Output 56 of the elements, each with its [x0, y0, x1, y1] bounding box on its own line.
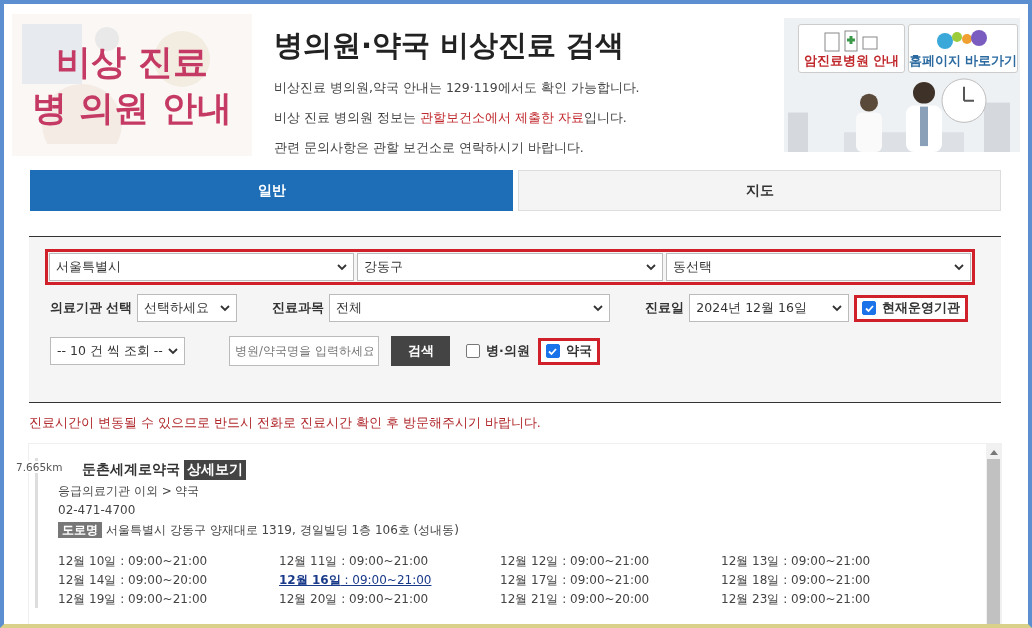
hours-text: 12월 17일 : 09:00~21:00 [500, 573, 650, 587]
page-size-select[interactable]: -- 10 건 씩 조회 -- [50, 337, 185, 365]
info-text: 관련 문의사항은 관할 보건소로 연락하시기 바랍니다. [274, 140, 585, 157]
field-label: 진료일 [645, 299, 685, 317]
checkbox-option[interactable]: 현재운영기관 [854, 294, 969, 322]
hours-text: 12월 14일 : 09:00~20:00 [58, 573, 208, 587]
check-icon [864, 303, 874, 313]
banner-link[interactable]: 암진료병원 안내 [798, 24, 905, 73]
search-button[interactable]: 검색 [391, 336, 450, 366]
page-title: 병의원·약국 비상진료 검색 [274, 27, 626, 64]
hours-text: 12월 20일 : 09:00~21:00 [279, 592, 429, 606]
checkbox-option[interactable]: 약국 [537, 337, 600, 365]
hours-text: 12월 10일 : 09:00~21:00 [58, 554, 208, 568]
chevron-icon [645, 263, 656, 271]
facility-select[interactable]: 선택하세요 [137, 294, 238, 322]
field-label: 진료과목 [272, 299, 325, 317]
region-select[interactable]: 서울특별시 [49, 253, 355, 281]
chevron-icon [593, 304, 604, 312]
scrollbar[interactable] [986, 444, 1001, 624]
detail-button[interactable]: 상세보기 [184, 460, 246, 480]
banner-title: 비상 진료 [55, 41, 209, 84]
hours-text: 12월 16일 : 09:00~21:00 [279, 573, 432, 587]
chevron-icon [337, 263, 348, 271]
phone-text: 02-471-4700 [58, 503, 136, 517]
category-text: 응급의료기관 이외 > 약국 [58, 484, 200, 498]
info-text: 비상 진료 병의원 정보는 관할보건소에서 제출한 자료입니다. [274, 110, 628, 127]
scroll-up-icon[interactable] [989, 449, 998, 455]
hours-text: 12월 21일 : 09:00~20:00 [500, 592, 650, 606]
hours-text: 12월 13일 : 09:00~21:00 [721, 554, 871, 568]
field-label: 의료기관 선택 [50, 299, 133, 317]
address-tag: 도로명 [58, 522, 102, 538]
tab[interactable]: 지도 [518, 170, 1001, 211]
tab[interactable]: 일반 [30, 170, 513, 211]
info-text: 비상진료 병의원,약국 안내는 129·119에서도 확인 가능합니다. [274, 80, 641, 97]
chevron-icon [954, 263, 964, 271]
hours-text: 12월 11일 : 09:00~21:00 [279, 554, 429, 568]
banner-title: 병 의원 안내 [32, 87, 232, 130]
chevron-icon [220, 304, 231, 312]
name-field[interactable]: 병원/약국명을 입력하세요 [229, 336, 379, 366]
checkbox-option[interactable]: 병·의원 [458, 337, 538, 365]
department-select[interactable]: 전체 [329, 294, 611, 322]
notice-text: 진료시간이 변동될 수 있으므로 반드시 전화로 진료시간 확인 후 방문해주시기 바랍니다. [29, 414, 542, 432]
pharmacy-name: 둔촌세계로약국 [82, 461, 180, 479]
address-text: 서울특별시 강동구 양재대로 1319, 경일빌딩 1층 106호 (성내동) [106, 523, 459, 537]
chevron-icon [168, 347, 178, 355]
distance-label: 7.665km [16, 461, 63, 473]
hours-text: 12월 23일 : 09:00~21:00 [721, 592, 871, 606]
hours-text: 12월 19일 : 09:00~21:00 [58, 592, 208, 606]
region-select[interactable]: 강동구 [357, 253, 663, 281]
chevron-icon [832, 304, 843, 312]
region-select[interactable]: 동선택 [665, 253, 971, 281]
hours-text: 12월 12일 : 09:00~21:00 [500, 554, 650, 568]
hours-text: 12월 18일 : 09:00~21:00 [721, 573, 871, 587]
date-select[interactable]: 2024년 12월 16일 [689, 294, 850, 322]
banner-link[interactable]: 홈페이지 바로가기 [907, 24, 1018, 73]
check-icon [548, 346, 558, 356]
